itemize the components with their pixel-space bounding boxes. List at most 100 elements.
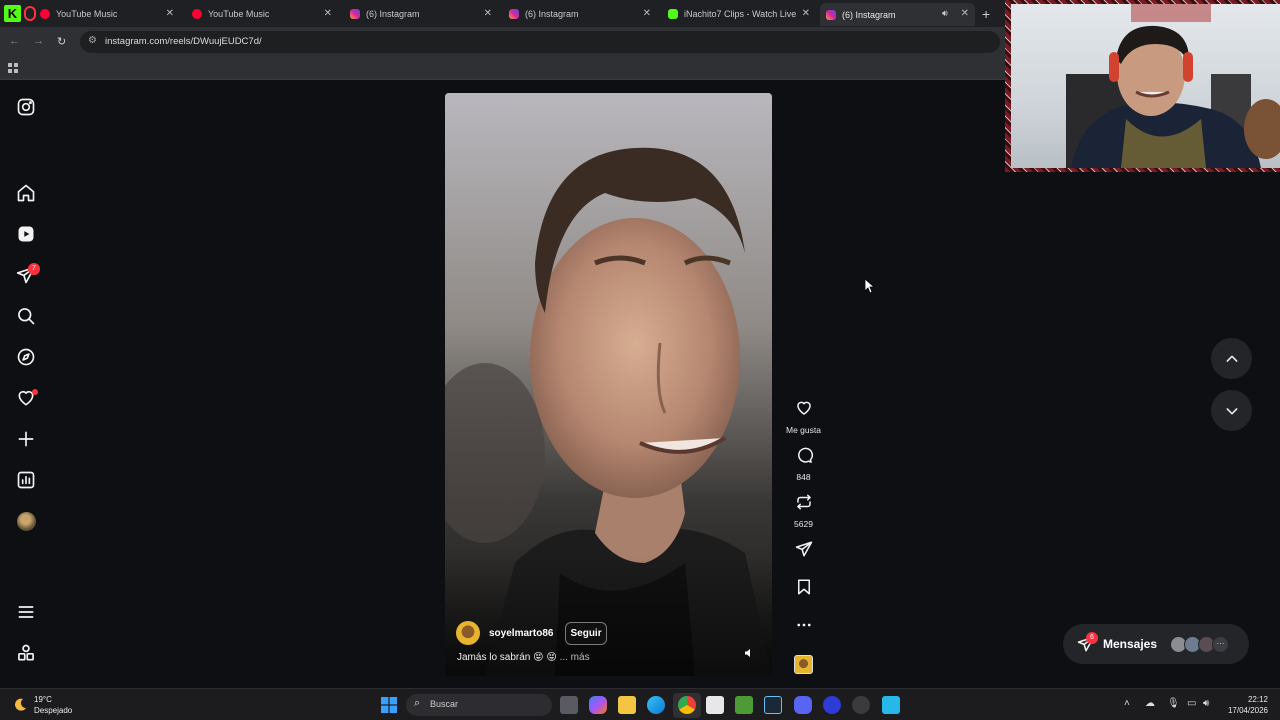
chrome-icon[interactable] — [678, 696, 696, 714]
chevron-up-icon[interactable]: ˄ — [1124, 698, 1130, 709]
profile-avatar[interactable] — [17, 512, 36, 531]
create-plus-icon[interactable] — [16, 429, 36, 449]
follow-button[interactable]: Seguir — [565, 621, 607, 645]
comment-button[interactable]: 848 — [781, 446, 826, 485]
tab-instagram-1[interactable]: (6) Instagram ✕ — [344, 4, 498, 24]
ea-app-icon[interactable] — [823, 696, 841, 714]
steam-icon[interactable] — [764, 696, 782, 714]
search-icon[interactable] — [16, 306, 36, 326]
obs-icon[interactable] — [852, 696, 870, 714]
author-avatar[interactable] — [456, 621, 480, 645]
chevron-down-icon — [1226, 407, 1237, 414]
apps-grid-icon[interactable] — [8, 61, 19, 79]
system-clock[interactable]: 22:12 17/04/2026 — [1222, 694, 1268, 716]
home-icon[interactable] — [16, 183, 36, 203]
copilot-icon[interactable] — [589, 696, 607, 714]
also-from-meta-icon[interactable] — [16, 643, 36, 663]
cloud-icon[interactable]: ☁︎ — [1145, 698, 1155, 709]
webcam-video — [1011, 4, 1280, 168]
tab-instagram-active[interactable]: (6) Instagram 🔊︎ ✕ — [820, 3, 975, 26]
windows-start-icon[interactable] — [381, 697, 397, 718]
close-icon[interactable]: ✕ — [484, 8, 492, 19]
webcam-overlay — [1005, 0, 1280, 172]
instagram-logo-icon[interactable] — [16, 97, 36, 117]
dashboard-chart-icon[interactable] — [16, 470, 36, 490]
avatar-more: ··· — [1212, 636, 1229, 653]
close-icon[interactable]: ✕ — [324, 8, 332, 19]
mouse-cursor-icon — [865, 279, 874, 293]
app-icon[interactable] — [882, 696, 900, 714]
messages-label: Mensajes — [1103, 637, 1158, 651]
weather-widget[interactable]: 19°C Despejado — [12, 694, 72, 716]
edge-browser-icon[interactable] — [647, 696, 665, 714]
back-arrow-icon[interactable]: ← — [9, 35, 20, 47]
windows-taskbar: 19°C Despejado ⌕ Buscar ˄ ☁︎ 🎙︎ ▭ 🔊︎ 22:… — [0, 688, 1280, 720]
discord-icon[interactable] — [794, 696, 812, 714]
volume-icon[interactable]: 🔊︎ — [1203, 698, 1209, 709]
reel-author: soyelmarto86 Seguir — [456, 621, 607, 645]
browser-tab-strip: K YouTube Music ✕ YouTube Music ✕ (6) In… — [0, 0, 1005, 27]
close-icon[interactable]: ✕ — [166, 8, 174, 19]
weather-temperature: 19°C — [34, 695, 52, 704]
display-icon[interactable]: ▭ — [1187, 698, 1196, 709]
url-input[interactable]: ⚙︎ instagram.com/reels/DWuujEUDC7d/ — [80, 31, 1000, 53]
reel-video[interactable] — [445, 93, 772, 676]
tab-instagram-2[interactable]: (6) Instagram ✕ — [503, 4, 657, 24]
youtube-music-favicon-icon — [40, 9, 50, 19]
menu-hamburger-icon[interactable] — [16, 602, 36, 622]
save-button[interactable] — [781, 578, 826, 599]
speaker-muted-icon — [745, 649, 750, 657]
comments-count: 848 — [796, 472, 811, 482]
repost-button[interactable]: 5629 — [781, 493, 826, 532]
site-info-icon[interactable]: ⚙︎ — [88, 35, 97, 46]
tab-title: YouTube Music — [208, 9, 270, 19]
comment-bubble-icon — [797, 447, 813, 463]
notification-badge: 7 — [28, 263, 40, 275]
bookmarks-bar — [0, 56, 1005, 80]
taskbar-search-input[interactable]: ⌕ Buscar — [406, 694, 552, 716]
instagram-favicon-icon — [826, 9, 836, 20]
kick-extension-icon[interactable]: K — [4, 5, 21, 22]
tab-title: (6) Instagram — [366, 9, 420, 19]
instagram-favicon-icon — [350, 9, 360, 19]
reels-icon[interactable] — [16, 224, 36, 244]
like-button[interactable]: Me gusta — [781, 399, 826, 438]
tab-youtube-music-2[interactable]: YouTube Music ✕ — [186, 4, 338, 24]
file-explorer-icon[interactable] — [618, 696, 636, 714]
kick-favicon-icon — [668, 9, 678, 19]
messages-badge: 6 — [1086, 632, 1098, 644]
more-options-button[interactable] — [781, 616, 826, 637]
audio-thumbnail[interactable] — [794, 655, 813, 674]
close-icon[interactable]: ✕ — [643, 8, 651, 19]
share-button[interactable] — [781, 540, 826, 561]
minecraft-icon[interactable] — [735, 696, 753, 714]
repost-icon — [796, 494, 811, 510]
bookmark-icon — [797, 579, 810, 595]
new-tab-button[interactable]: + — [982, 6, 990, 22]
next-reel-button[interactable] — [1211, 390, 1252, 431]
caption-more-link[interactable]: ... más — [560, 652, 590, 663]
previous-reel-button[interactable] — [1211, 338, 1252, 379]
close-icon[interactable]: ✕ — [961, 8, 969, 19]
microsoft-store-icon[interactable] — [706, 696, 724, 714]
chevron-up-icon — [1226, 355, 1237, 362]
url-text: instagram.com/reels/DWuujEUDC7d/ — [105, 36, 262, 47]
tab-youtube-music-1[interactable]: YouTube Music ✕ — [34, 4, 180, 24]
close-icon[interactable]: ✕ — [802, 8, 810, 19]
reposts-count: 5629 — [794, 519, 813, 529]
speaker-icon[interactable]: 🔊︎ — [942, 8, 948, 19]
explore-compass-icon[interactable] — [16, 347, 36, 367]
moon-icon — [15, 698, 26, 711]
reel-caption: Jamás lo sabrán 😝 😝 ... más — [457, 652, 590, 663]
task-view-icon[interactable] — [560, 696, 578, 714]
tab-inachito7-clips[interactable]: iNachito7 Clips - Watch Live on ✕ — [662, 4, 816, 24]
tab-title: (6) Instagram — [525, 9, 579, 19]
share-paper-plane-icon — [795, 541, 812, 557]
forward-arrow-icon[interactable]: → — [33, 35, 44, 47]
microphone-icon[interactable]: 🎙︎ — [1167, 698, 1180, 709]
search-icon: ⌕ — [414, 697, 421, 709]
author-username[interactable]: soyelmarto86 — [489, 628, 553, 639]
mute-toggle[interactable] — [744, 648, 754, 661]
weather-description: Despejado — [34, 706, 73, 715]
reload-icon[interactable]: ↻ — [57, 35, 66, 48]
